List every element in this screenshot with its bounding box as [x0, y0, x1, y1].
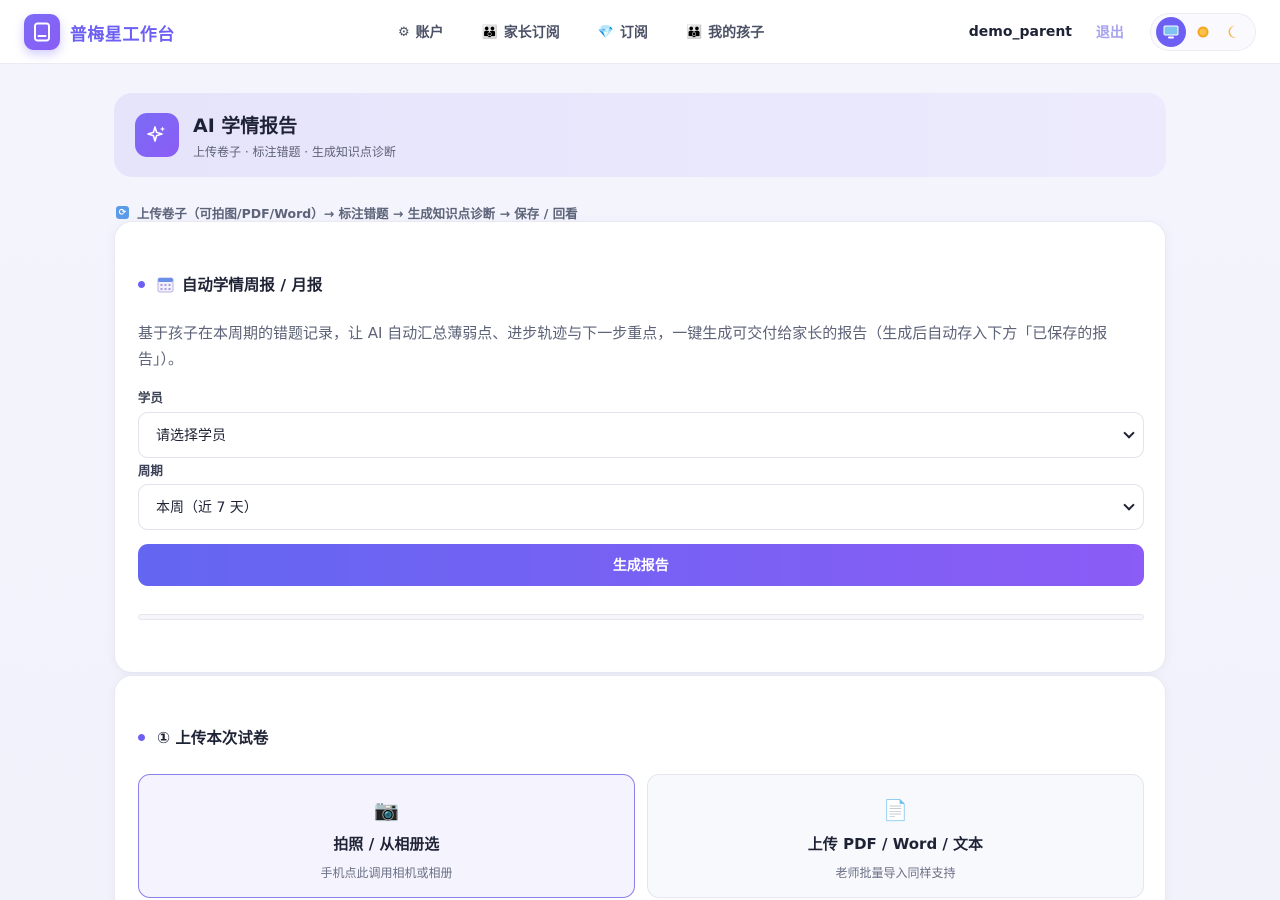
top-nav: 普梅星工作台 ⚙ 账户 👪 家长订阅 💎 订阅 👪 我的孩子 demo_pare…	[0, 0, 1280, 64]
workflow-text: 上传卷子（可拍图/PDF/Word）→ 标注错题 → 生成知识点诊断 → 保存 …	[137, 206, 578, 221]
nav-account[interactable]: ⚙ 账户	[398, 22, 444, 42]
photo-upload-title: 拍照 / 从相册选	[333, 835, 440, 853]
chevron-down-icon	[1123, 427, 1135, 439]
generate-report-button[interactable]: 生成报告	[138, 544, 1144, 586]
nav-subscription[interactable]: 💎 订阅	[598, 22, 648, 42]
username: demo_parent	[968, 24, 1072, 40]
nav-my-children[interactable]: 👪 我的孩子	[686, 22, 764, 42]
upload-card: ① 上传本次试卷 📷 拍照 / 从相册选 手机点此调用相机或相册 📄 上传 PD…	[114, 675, 1166, 900]
report-progress-bar	[138, 614, 1144, 620]
family-icon: 👪	[481, 24, 498, 40]
file-upload-title: 上传 PDF / Word / 文本	[807, 835, 984, 853]
auto-report-title: 自动学情周报 / 月报	[182, 276, 323, 294]
calendar-icon	[157, 276, 174, 293]
page-header-text: AI 学情报告 上传卷子 · 标注错题 · 生成知识点诊断	[193, 111, 396, 160]
student-select[interactable]: 请选择学员	[138, 412, 1144, 458]
nav-account-label: 账户	[415, 25, 444, 41]
file-upload-subtitle: 老师批量导入同样支持	[835, 866, 956, 880]
logout-link[interactable]: 退出	[1096, 22, 1124, 42]
light-theme-button[interactable]	[1188, 17, 1218, 47]
family-icon: 👪	[686, 24, 703, 40]
period-label: 周期	[138, 463, 164, 478]
bullet-dot	[138, 733, 145, 741]
document-icon: 📄	[883, 798, 908, 822]
photo-upload-option[interactable]: 📷 拍照 / 从相册选 手机点此调用相机或相册	[138, 774, 635, 898]
workflow-hint: ⟳ 上传卷子（可拍图/PDF/Word）→ 标注错题 → 生成知识点诊断 → 保…	[116, 203, 578, 222]
diamond-icon: 💎	[597, 24, 615, 40]
system-theme-button[interactable]	[1156, 17, 1186, 47]
page-subtitle: 上传卷子 · 标注错题 · 生成知识点诊断	[193, 144, 396, 159]
period-select[interactable]: 本周（近 7 天）	[138, 484, 1144, 530]
main-nav: ⚙ 账户 👪 家长订阅 💎 订阅 👪 我的孩子	[398, 0, 802, 64]
file-upload-option[interactable]: 📄 上传 PDF / Word / 文本 老师批量导入同样支持	[647, 774, 1144, 898]
student-select-value: 请选择学员	[156, 428, 226, 444]
refresh-icon: ⟳	[116, 206, 129, 219]
auto-report-description: 基于孩子在本周期的错题记录，让 AI 自动汇总薄弱点、进步轨迹与下一步重点，一键…	[138, 324, 1108, 368]
theme-switch	[1150, 13, 1256, 51]
nav-parent-subscription[interactable]: 👪 家长订阅	[482, 22, 560, 42]
gear-icon: ⚙	[398, 24, 410, 40]
sparkle-icon	[135, 113, 179, 157]
nav-my-children-label: 我的孩子	[708, 25, 765, 41]
bullet-dot	[138, 280, 145, 288]
auto-report-card: 自动学情周报 / 月报 基于孩子在本周期的错题记录，让 AI 自动汇总薄弱点、进…	[114, 221, 1166, 673]
moon-icon	[1228, 25, 1237, 38]
upload-title: ① 上传本次试卷	[157, 729, 269, 747]
nav-parent-subscription-label: 家长订阅	[503, 25, 560, 41]
brand[interactable]: 普梅星工作台	[24, 14, 175, 50]
page-header: AI 学情报告 上传卷子 · 标注错题 · 生成知识点诊断	[114, 93, 1166, 177]
dark-theme-button[interactable]	[1220, 17, 1250, 47]
period-select-value: 本周（近 7 天）	[156, 500, 258, 516]
upload-title-row: ① 上传本次试卷	[138, 726, 269, 748]
page-title: AI 学情报告	[193, 114, 298, 137]
sun-icon	[1197, 26, 1209, 38]
chevron-down-icon	[1123, 499, 1135, 511]
brand-name: 普梅星工作台	[70, 24, 175, 45]
book-icon	[24, 14, 60, 50]
nav-subscription-label: 订阅	[620, 25, 649, 41]
camera-icon: 📷	[374, 798, 399, 822]
auto-report-title-row: 自动学情周报 / 月报	[138, 273, 322, 295]
user-area: demo_parent 退出	[969, 0, 1256, 64]
student-label: 学员	[138, 390, 164, 405]
photo-upload-subtitle: 手机点此调用相机或相册	[320, 866, 453, 880]
monitor-icon	[1163, 25, 1179, 38]
